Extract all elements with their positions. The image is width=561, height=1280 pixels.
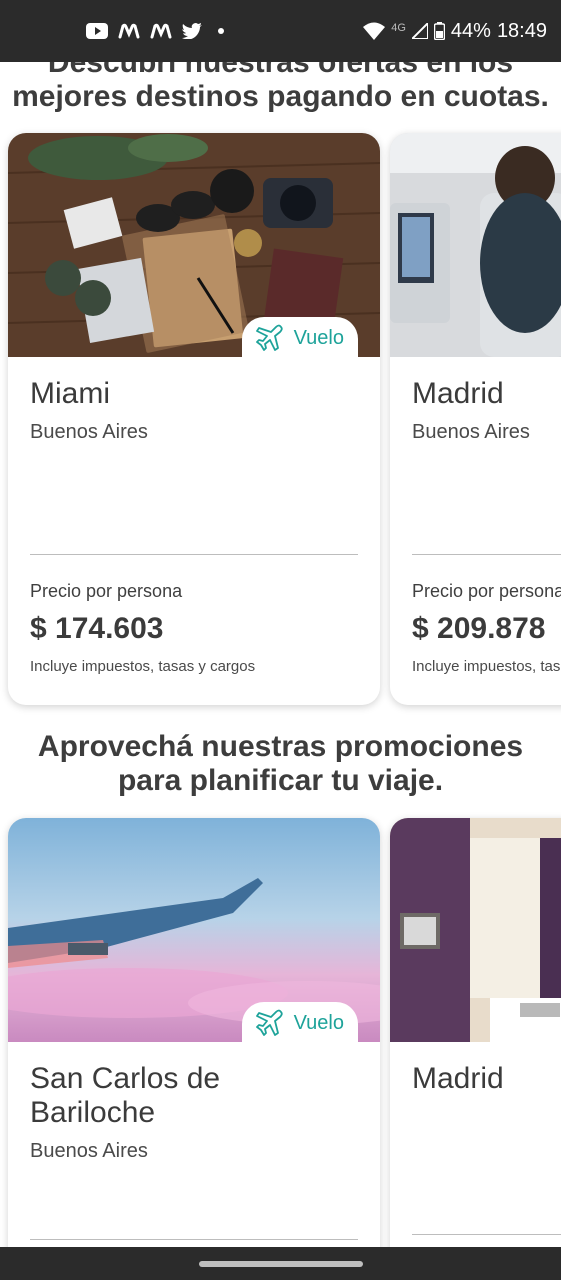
divider: [30, 1239, 358, 1240]
promo-card-madrid[interactable]: Madrid: [390, 818, 561, 1247]
hotel-room-image: [390, 818, 561, 1042]
notification-icons: [86, 23, 224, 39]
movistar-icon: [118, 23, 140, 39]
more-notifications-icon: [218, 28, 224, 34]
offers-section-title: Descubrí nuestras ofertas en los mejores…: [12, 62, 549, 113]
battery-icon: [433, 22, 445, 40]
price-value: $ 174.603: [30, 612, 164, 645]
system-status: 4G 44% 18:49: [363, 20, 547, 43]
clock: 18:49: [496, 19, 547, 42]
airplane-cabin-image: [390, 133, 561, 357]
price-label: Precio por persona: [30, 581, 183, 601]
battery-level: 44%: [450, 19, 491, 42]
promo-card-bariloche[interactable]: Vuelo San Carlos de Bariloche Buenos Air…: [8, 818, 380, 1247]
origin-city: Buenos Aires: [30, 421, 148, 443]
airplane-icon: [255, 324, 284, 352]
divider: [30, 554, 358, 555]
destination-city: Madrid: [412, 1062, 504, 1095]
home-gesture-handle[interactable]: [198, 1260, 363, 1267]
destination-city: Madrid: [412, 377, 504, 410]
offers-scroll-area[interactable]: Descubrí nuestras ofertas en los mejores…: [0, 62, 561, 1247]
price-value: $ 209.878: [412, 612, 546, 645]
divider: [412, 554, 561, 555]
network-type: 4G: [391, 21, 406, 34]
movistar-icon: [150, 23, 172, 39]
travel-flatlay-image: Vuelo: [8, 133, 380, 359]
cell-signal-icon: [411, 23, 428, 39]
destination-city: Miami: [30, 377, 110, 410]
twitter-icon: [182, 23, 202, 39]
price-note: Incluye impuestos, tasas y cargos: [412, 658, 561, 675]
price-label: Precio por persona: [412, 581, 561, 601]
promotions-section-title: Aprovechá nuestras promociones para plan…: [37, 730, 524, 797]
airplane-icon: [255, 1009, 284, 1037]
airplane-wing-sky-image: Vuelo: [8, 818, 380, 1044]
offer-card-miami[interactable]: Vuelo Miami Buenos Aires Precio por pers…: [8, 133, 380, 705]
flight-badge: Vuelo: [241, 317, 358, 359]
system-navigation-bar: [0, 1247, 561, 1280]
badge-label: Vuelo: [293, 1011, 344, 1034]
offer-card-madrid[interactable]: Madrid Buenos Aires Precio por persona $…: [390, 133, 561, 705]
wifi-icon: [363, 22, 386, 40]
youtube-icon: [86, 23, 108, 39]
badge-label: Vuelo: [293, 326, 344, 349]
price-note: Incluye impuestos, tasas y cargos: [30, 658, 256, 675]
status-bar: 4G 44% 18:49: [0, 0, 561, 62]
flight-badge: Vuelo: [241, 1002, 358, 1044]
destination-city: San Carlos de Bariloche: [30, 1062, 221, 1129]
divider: [412, 1234, 561, 1235]
origin-city: Buenos Aires: [30, 1140, 148, 1162]
origin-city: Buenos Aires: [412, 421, 530, 443]
